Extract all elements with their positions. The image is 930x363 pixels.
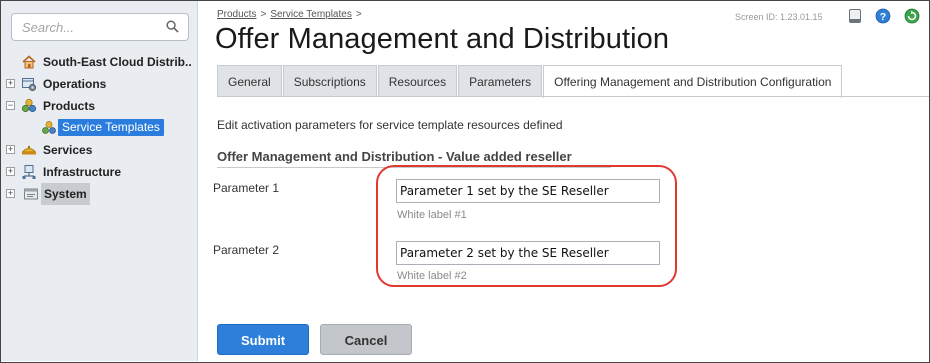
tree-item-label: Services	[43, 143, 93, 157]
svg-text:?: ?	[880, 11, 886, 23]
tree-item-infrastructure[interactable]: + Infrastructure	[1, 161, 198, 183]
tree-item-label: Infrastructure	[43, 165, 122, 179]
tree-item-services[interactable]: + Services	[1, 139, 198, 161]
expand-icon[interactable]: +	[6, 189, 15, 198]
tree-item-south-east-cloud[interactable]: South-East Cloud Distrib..	[1, 51, 198, 73]
tab-divider	[217, 96, 929, 97]
infrastructure-icon	[22, 165, 36, 179]
tree-item-system[interactable]: + System	[1, 183, 198, 205]
expand-icon[interactable]: +	[6, 79, 15, 88]
tab-parameters[interactable]: Parameters	[458, 65, 543, 97]
tab-resources[interactable]: Resources	[377, 65, 458, 97]
parameter-2-label: Parameter 2	[213, 243, 280, 257]
cancel-button[interactable]: Cancel	[320, 324, 412, 355]
breadcrumb-link-products[interactable]: Products	[217, 9, 256, 20]
tree-item-label: System	[41, 183, 90, 205]
screen-id: Screen ID: 1.23.01.15	[735, 12, 823, 22]
page-title: Offer Management and Distribution	[215, 23, 670, 55]
main-panel: Products > Service Templates > Screen ID: 1…	[199, 1, 929, 361]
tab-bar: General Subscriptions Resources Paramete…	[217, 65, 843, 98]
highlight-annotation	[376, 165, 677, 287]
tree-item-label: Service Templates	[58, 119, 164, 136]
search-input[interactable]	[12, 14, 152, 40]
tab-general[interactable]: General	[217, 65, 282, 97]
tree-item-label: South-East Cloud Distrib..	[43, 55, 192, 69]
description-text: Edit activation parameters for service t…	[217, 118, 563, 132]
breadcrumb-separator: >	[355, 9, 362, 20]
home-icon	[22, 55, 36, 69]
submit-button[interactable]: Submit	[217, 324, 309, 355]
tree-item-operations[interactable]: + Operations	[1, 73, 198, 95]
breadcrumb-separator: >	[260, 9, 267, 20]
print-icon[interactable]	[847, 8, 863, 24]
breadcrumb-link-service-templates[interactable]: Service Templates	[270, 9, 352, 20]
breadcrumb: Products > Service Templates >	[217, 9, 366, 20]
search-box	[11, 13, 189, 41]
expand-icon[interactable]: +	[6, 145, 15, 154]
sidebar: South-East Cloud Distrib.. + Operations …	[1, 1, 198, 361]
help-icon[interactable]: ?	[875, 8, 891, 24]
system-icon	[24, 188, 38, 200]
expand-icon[interactable]: +	[6, 167, 15, 176]
navigation-tree: South-East Cloud Distrib.. + Operations …	[1, 51, 198, 205]
tab-offering-management-configuration[interactable]: Offering Management and Distribution Con…	[543, 65, 843, 98]
collapse-icon[interactable]: −	[6, 101, 15, 110]
operations-icon	[22, 78, 37, 92]
tree-item-products[interactable]: − Products	[1, 95, 198, 117]
services-icon	[21, 145, 37, 155]
tab-subscriptions[interactable]: Subscriptions	[282, 65, 377, 97]
search-icon[interactable]	[166, 20, 179, 33]
service-templates-icon	[42, 121, 56, 134]
refresh-icon[interactable]	[904, 8, 920, 24]
tree-item-label: Products	[43, 99, 96, 113]
tree-item-service-templates[interactable]: Service Templates	[1, 117, 198, 139]
parameter-1-label: Parameter 1	[213, 181, 280, 195]
products-icon	[21, 98, 37, 113]
tree-item-label: Operations	[43, 77, 107, 91]
